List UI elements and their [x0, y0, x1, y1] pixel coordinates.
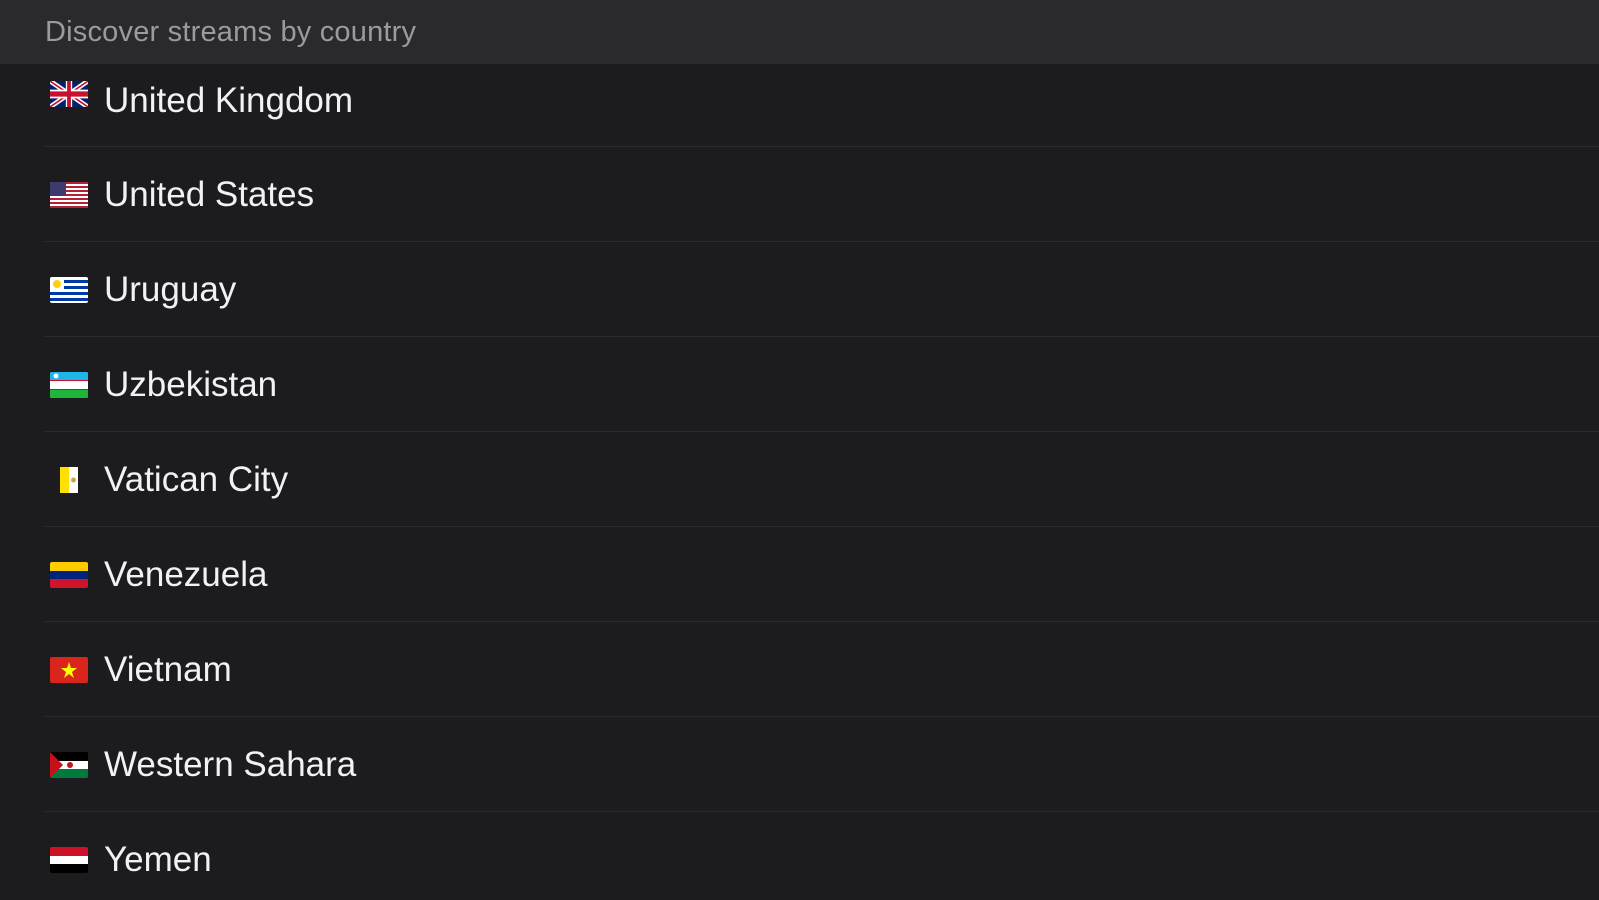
- country-row-vatican-city[interactable]: Vatican City: [0, 432, 1599, 527]
- country-name: United Kingdom: [104, 81, 354, 120]
- country-row-vietnam[interactable]: Vietnam: [0, 622, 1599, 717]
- country-name: Yemen: [104, 839, 212, 879]
- country-list-screen: Discover streams by country United Kingd…: [0, 0, 1599, 900]
- flag-vatican-city-icon: [60, 466, 78, 493]
- country-name: Venezuela: [104, 554, 268, 594]
- country-row-western-sahara[interactable]: Western Sahara: [0, 717, 1599, 812]
- flag-western-sahara-icon: [50, 751, 88, 778]
- flag-uzbekistan-icon: [50, 371, 88, 398]
- country-row-yemen[interactable]: Yemen: [0, 812, 1599, 900]
- country-row-uzbekistan[interactable]: Uzbekistan: [0, 337, 1599, 432]
- flag-venezuela-icon: [50, 561, 88, 588]
- country-row-united-kingdom[interactable]: United Kingdom: [0, 64, 1599, 147]
- country-row-united-states[interactable]: United States: [0, 147, 1599, 242]
- country-name: Vatican City: [104, 459, 289, 499]
- flag-united-states-icon: [50, 181, 88, 208]
- section-header: Discover streams by country: [0, 0, 1599, 64]
- flag-vietnam-icon: [50, 656, 88, 683]
- country-name: Vietnam: [104, 649, 232, 689]
- country-row-venezuela[interactable]: Venezuela: [0, 527, 1599, 622]
- section-header-title: Discover streams by country: [45, 15, 417, 48]
- country-list: United Kingdom United States Uruguay Uzb…: [0, 64, 1599, 900]
- flag-uruguay-icon: [50, 276, 88, 303]
- country-name: United States: [104, 174, 315, 214]
- country-name: Western Sahara: [104, 744, 357, 784]
- flag-yemen-icon: [50, 846, 88, 873]
- flag-united-kingdom-icon: [50, 81, 88, 107]
- country-name: Uzbekistan: [104, 364, 278, 404]
- country-name: Uruguay: [104, 269, 237, 309]
- country-row-uruguay[interactable]: Uruguay: [0, 242, 1599, 337]
